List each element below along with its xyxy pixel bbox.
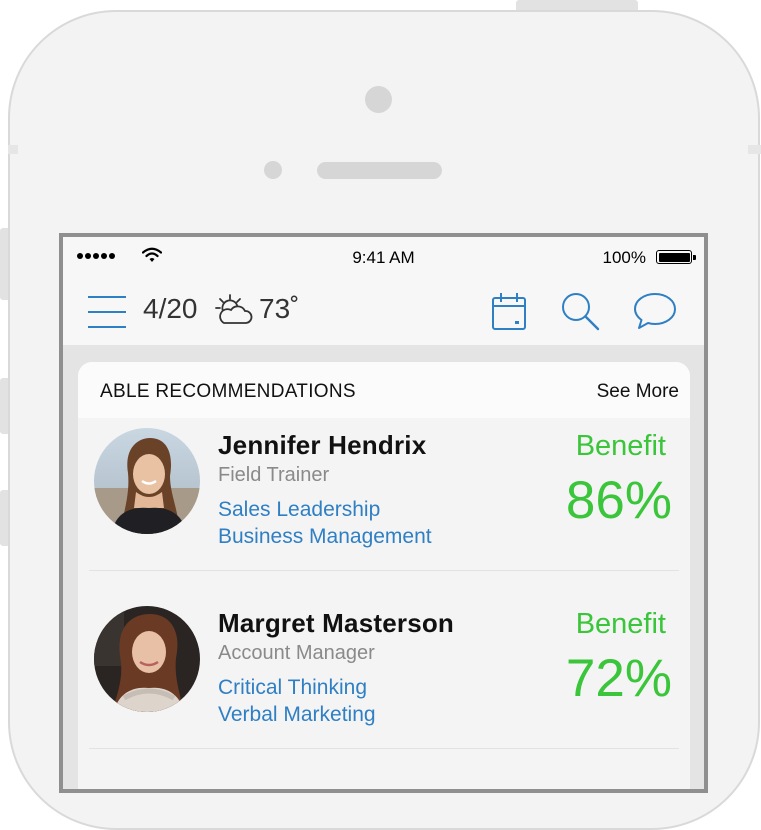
phone-screen: 9:41 AM 100% 4/20 73˚ ABLE RECOMMENDATIO…	[59, 233, 708, 793]
proximity-sensor	[264, 161, 282, 179]
benefit-label: Benefit	[575, 430, 666, 462]
benefit-percentage: 72%	[565, 649, 672, 708]
skill-link[interactable]: Business Management	[218, 525, 432, 549]
person-role: Account Manager	[218, 642, 375, 664]
status-bar: 9:41 AM 100%	[63, 237, 704, 277]
person-name: Margret Masterson	[218, 608, 455, 638]
current-temperature: 73˚	[259, 293, 300, 324]
see-more-link[interactable]: See More	[597, 381, 679, 403]
antenna-band	[748, 145, 761, 154]
recommendations-card: ABLE RECOMMENDATIONS See More Jennifer H…	[78, 362, 690, 789]
front-camera	[365, 86, 392, 113]
battery-percentage: 100%	[602, 248, 646, 267]
calendar-icon[interactable]	[491, 291, 527, 331]
row-divider	[89, 570, 679, 571]
benefit-percentage: 86%	[565, 471, 672, 530]
current-date: 4/20	[143, 293, 198, 324]
skill-link[interactable]: Verbal Marketing	[218, 703, 376, 727]
row-divider	[89, 748, 679, 749]
partly-cloudy-icon	[215, 294, 253, 324]
avatar	[94, 428, 200, 534]
benefit-label: Benefit	[575, 608, 666, 640]
app-nav-bar: 4/20 73˚	[63, 277, 704, 345]
person-role: Field Trainer	[218, 464, 330, 486]
antenna-band	[8, 145, 18, 154]
search-icon[interactable]	[559, 290, 601, 332]
card-title: ABLE RECOMMENDATIONS	[100, 381, 356, 402]
skill-link[interactable]: Critical Thinking	[218, 676, 367, 700]
skill-link[interactable]: Sales Leadership	[218, 498, 380, 522]
chat-icon[interactable]	[633, 291, 677, 331]
person-name: Jennifer Hendrix	[218, 430, 427, 460]
menu-icon[interactable]	[87, 295, 127, 329]
main-content: ABLE RECOMMENDATIONS See More Jennifer H…	[63, 345, 704, 789]
power-button	[516, 0, 638, 10]
earpiece-speaker	[317, 162, 442, 179]
avatar	[94, 606, 200, 712]
card-header: ABLE RECOMMENDATIONS See More	[78, 362, 690, 418]
battery-icon	[656, 250, 696, 264]
